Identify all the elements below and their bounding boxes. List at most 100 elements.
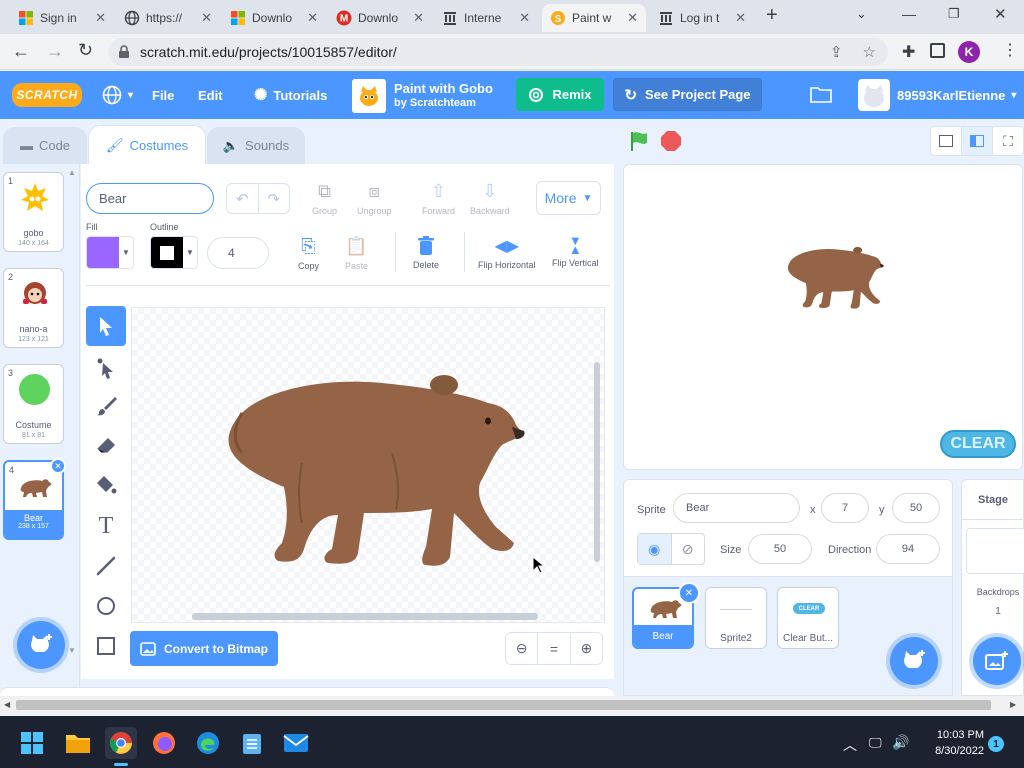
- flip-horizontal-button[interactable]: ◀▶ Flip Horizontal: [478, 236, 536, 270]
- fill-color-picker[interactable]: ▼: [86, 236, 134, 269]
- forward-arrow-icon[interactable]: →: [46, 41, 64, 62]
- browser-tab-signin[interactable]: Sign in ✕: [10, 4, 114, 32]
- choose-backdrop-button[interactable]: [973, 637, 1021, 685]
- costume-item-costume[interactable]: 3 Costume 81 x 81: [3, 364, 64, 444]
- browser-tab-download-1[interactable]: Downlo ✕: [222, 4, 326, 32]
- browser-tab-https[interactable]: https:// ✕: [116, 4, 220, 32]
- restore-icon[interactable]: ❐: [948, 6, 960, 22]
- small-stage-icon[interactable]: [931, 127, 962, 155]
- browser-menu-icon[interactable]: ⋮: [1002, 40, 1018, 60]
- close-icon[interactable]: ✕: [307, 10, 318, 26]
- scroll-right-arrow-icon[interactable]: ▶: [1010, 700, 1016, 709]
- my-stuff-folder-icon[interactable]: [810, 85, 832, 106]
- hide-eye-icon[interactable]: ⊘: [672, 534, 705, 564]
- volume-icon[interactable]: 🔊: [892, 734, 909, 751]
- new-tab-plus-icon[interactable]: +: [766, 4, 778, 27]
- canvas-horizontal-scrollbar[interactable]: [192, 613, 538, 620]
- x-position-input[interactable]: 7: [821, 493, 869, 523]
- side-panel-icon[interactable]: [930, 43, 945, 58]
- delete-costume-icon[interactable]: ✕: [50, 458, 66, 474]
- zoom-in-icon[interactable]: ⊕: [571, 633, 602, 664]
- notification-badge[interactable]: 1: [988, 736, 1004, 752]
- tab-sounds[interactable]: 🔈 Sounds: [207, 127, 305, 164]
- choose-costume-button[interactable]: [17, 621, 65, 669]
- project-title[interactable]: Paint with Gobo: [394, 81, 493, 96]
- mail-icon[interactable]: [280, 727, 312, 759]
- costume-item-nano-a[interactable]: 2 nano-a 123 x 121: [3, 268, 64, 348]
- rectangle-tool[interactable]: [86, 626, 126, 666]
- group-button[interactable]: ⧉ Group: [312, 181, 337, 216]
- flip-vertical-button[interactable]: ▼ ▲ Flip Vertical: [552, 234, 599, 268]
- scroll-left-arrow-icon[interactable]: ◀: [4, 700, 10, 709]
- minimize-icon[interactable]: —: [902, 6, 916, 22]
- file-menu[interactable]: File: [152, 71, 174, 119]
- large-stage-icon[interactable]: [962, 127, 993, 155]
- zoom-reset-icon[interactable]: =: [538, 633, 571, 664]
- ungroup-button[interactable]: ⧈ Ungroup: [357, 181, 392, 216]
- clear-sprite-button[interactable]: CLEAR: [940, 430, 1016, 458]
- more-menu-button[interactable]: More ▼: [536, 181, 601, 215]
- sprite-name-input[interactable]: Bear: [673, 493, 800, 523]
- share-icon[interactable]: ⇪: [830, 43, 843, 61]
- delete-button[interactable]: Delete: [413, 236, 439, 270]
- eraser-tool[interactable]: [86, 426, 126, 466]
- edge-icon[interactable]: [192, 727, 224, 759]
- windows-start-icon[interactable]: [16, 727, 48, 759]
- bookmark-star-icon[interactable]: ☆: [863, 43, 876, 61]
- green-flag-icon[interactable]: [628, 130, 650, 155]
- fullscreen-icon[interactable]: ⛶: [993, 127, 1023, 155]
- costume-item-gobo[interactable]: 1 gobo 140 x 164: [3, 172, 64, 252]
- stop-sign-icon[interactable]: [660, 130, 682, 155]
- direction-input[interactable]: 94: [876, 534, 940, 564]
- browser-tab-login[interactable]: Log in t ✕: [650, 4, 754, 32]
- see-project-page-button[interactable]: ↻ See Project Page: [613, 78, 762, 111]
- reshape-tool[interactable]: [86, 348, 126, 388]
- canvas-vertical-scrollbar[interactable]: [594, 362, 600, 562]
- stage-canvas[interactable]: CLEAR: [623, 164, 1023, 470]
- y-position-input[interactable]: 50: [892, 493, 940, 523]
- close-icon[interactable]: ✕: [735, 10, 746, 26]
- back-arrow-icon[interactable]: ←: [12, 41, 30, 62]
- network-icon[interactable]: 🖵: [869, 735, 882, 751]
- sprite-item-clear-button[interactable]: CLEAR Clear But...: [777, 587, 839, 649]
- outline-color-picker[interactable]: ▼: [150, 236, 198, 269]
- browser-tab-internet[interactable]: Interne ✕: [434, 4, 538, 32]
- line-tool[interactable]: [86, 546, 126, 586]
- close-icon[interactable]: ✕: [201, 10, 212, 26]
- tab-code[interactable]: ▬ Code: [3, 127, 87, 164]
- browser-tab-download-2[interactable]: M Downlo ✕: [328, 4, 432, 32]
- fill-tool[interactable]: [86, 465, 126, 505]
- costume-name-input[interactable]: Bear: [86, 183, 214, 214]
- close-icon[interactable]: ✕: [627, 10, 638, 26]
- user-avatar[interactable]: [858, 79, 890, 111]
- extensions-puzzle-icon[interactable]: ✚: [902, 42, 915, 62]
- close-icon[interactable]: ✕: [519, 10, 530, 26]
- sprite-item-sprite2[interactable]: Sprite2: [705, 587, 767, 649]
- brush-tool[interactable]: [86, 386, 126, 426]
- edit-menu[interactable]: Edit: [198, 71, 223, 119]
- page-horizontal-scrollbar[interactable]: ◀ ▶: [0, 696, 1024, 715]
- undo-icon[interactable]: ↶: [227, 184, 259, 213]
- account-menu[interactable]: 89593KarlEtienne ▾: [897, 71, 1016, 119]
- language-menu[interactable]: ▾: [102, 71, 133, 119]
- scroll-up-arrow-icon[interactable]: ▲: [68, 168, 76, 177]
- scratch-logo[interactable]: SCRATCH: [12, 83, 82, 107]
- address-bar[interactable]: scratch.mit.edu/projects/10015857/editor…: [108, 38, 888, 66]
- clock-time[interactable]: 10:03 PM: [920, 729, 984, 741]
- scrollbar-thumb[interactable]: [16, 700, 991, 710]
- forward-button[interactable]: ⇧ Forward: [422, 181, 455, 216]
- close-icon[interactable]: ✕: [95, 10, 106, 26]
- text-tool-icon[interactable]: T: [86, 506, 126, 546]
- window-close-icon[interactable]: ✕: [994, 5, 1007, 23]
- circle-tool[interactable]: [86, 586, 126, 626]
- convert-to-bitmap-button[interactable]: Convert to Bitmap: [130, 631, 278, 666]
- file-explorer-icon[interactable]: [62, 727, 94, 759]
- clock-date[interactable]: 8/30/2022: [920, 745, 984, 757]
- close-icon[interactable]: ✕: [413, 10, 424, 26]
- zoom-out-icon[interactable]: ⊖: [506, 633, 539, 664]
- outline-width-input[interactable]: 4: [207, 237, 269, 269]
- show-eye-icon[interactable]: ◉: [638, 534, 672, 564]
- firefox-icon[interactable]: [148, 727, 180, 759]
- remix-button[interactable]: Remix: [516, 78, 604, 111]
- profile-avatar[interactable]: K: [958, 41, 980, 63]
